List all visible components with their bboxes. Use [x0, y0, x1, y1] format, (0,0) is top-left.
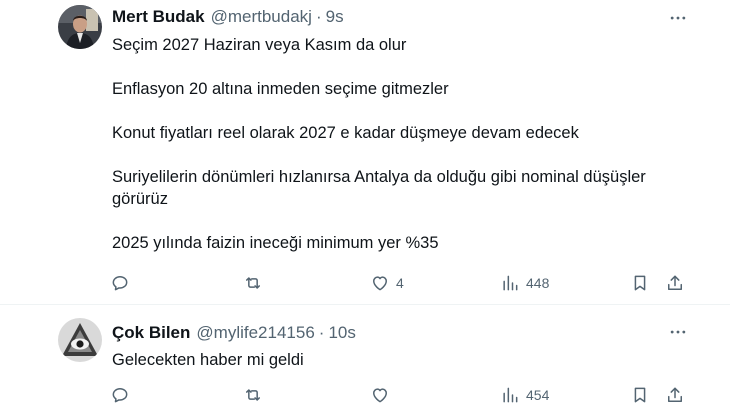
author-name[interactable]: Mert Budak	[112, 7, 205, 27]
views-button[interactable]: 448	[500, 271, 549, 295]
tweet-text: Gelecekten haber mi geldi	[112, 349, 692, 371]
more-options-button[interactable]	[666, 320, 690, 344]
timestamp[interactable]: 10s	[328, 323, 355, 343]
tweet-paragraph: Gelecekten haber mi geldi	[112, 351, 304, 369]
share-icon	[668, 275, 682, 290]
author-handle[interactable]: @mylife214156	[196, 323, 314, 343]
tweet-paragraph: 2025 yılında faizin ineceği minimum yer …	[112, 234, 439, 252]
retweet-button[interactable]	[243, 271, 263, 295]
separator-dot: ·	[315, 7, 322, 26]
like-button[interactable]	[370, 383, 396, 407]
bookmark-icon	[634, 387, 646, 403]
bookmark-icon	[634, 275, 646, 291]
tweet-paragraph: Konut fiyatları reel olarak 2027 e kadar…	[112, 124, 579, 142]
tweet-header: Mert Budak @mertbudakj · 9s	[112, 7, 344, 27]
more-options-button[interactable]	[666, 6, 690, 30]
avatar-photo	[58, 5, 102, 49]
reply-icon	[112, 388, 128, 403]
view-count: 454	[526, 387, 550, 403]
like-button[interactable]: 4	[370, 271, 404, 295]
reply-button[interactable]	[110, 271, 130, 295]
more-dots-icon	[670, 16, 686, 20]
tweet-header: Çok Bilen @mylife214156 · 10s	[112, 323, 356, 343]
tweet-paragraph: Seçim 2027 Haziran veya Kasım da olur	[112, 36, 407, 54]
reply-button[interactable]	[110, 383, 130, 407]
view-count: 448	[526, 275, 550, 291]
timestamp[interactable]: 9s	[326, 7, 344, 27]
tweet-paragraph: Suriyelilerin dönümleri hızlanırsa Antal…	[112, 168, 646, 208]
share-icon	[668, 387, 682, 402]
action-bar: 4 448	[108, 271, 688, 295]
avatar-logo	[58, 318, 102, 362]
bookmark-button[interactable]	[630, 383, 650, 407]
tweet[interactable]: Çok Bilen @mylife214156 · 10s Gelecekten…	[0, 306, 730, 420]
like-count: 4	[396, 275, 404, 291]
views-chart-icon	[503, 387, 518, 403]
action-bar: 454	[108, 383, 688, 407]
retweet-icon	[246, 277, 260, 289]
avatar[interactable]	[58, 318, 102, 362]
tweet[interactable]: Mert Budak @mertbudakj · 9s Seçim 2027 H…	[0, 0, 730, 305]
tweet-text: Seçim 2027 Haziran veya Kasım da olur En…	[112, 34, 692, 254]
views-button[interactable]: 454	[500, 383, 549, 407]
share-button[interactable]	[665, 271, 685, 295]
reply-icon	[112, 276, 128, 291]
author-name[interactable]: Çok Bilen	[112, 323, 190, 343]
heart-icon	[373, 388, 387, 403]
more-dots-icon	[670, 330, 686, 334]
retweet-icon	[246, 389, 260, 401]
bookmark-button[interactable]	[630, 271, 650, 295]
views-chart-icon	[503, 275, 518, 291]
tweet-paragraph: Enflasyon 20 altına inmeden seçime gitme…	[112, 80, 449, 98]
retweet-button[interactable]	[243, 383, 263, 407]
author-handle[interactable]: @mertbudakj	[211, 7, 312, 27]
heart-icon	[373, 276, 387, 291]
separator-dot: ·	[318, 323, 325, 342]
share-button[interactable]	[665, 383, 685, 407]
avatar[interactable]	[58, 5, 102, 49]
